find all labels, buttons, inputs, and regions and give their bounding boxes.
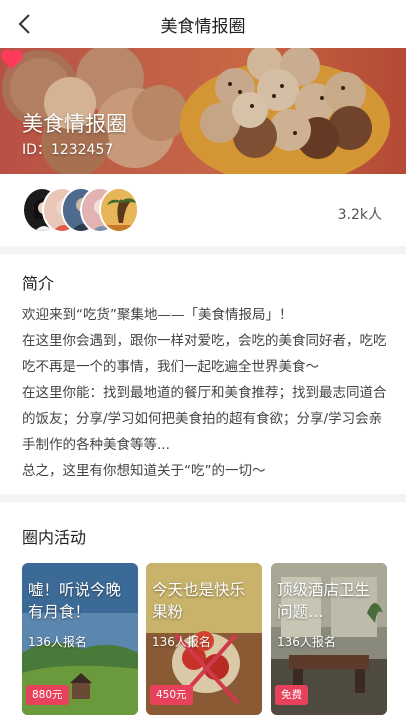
heart-icon[interactable] (0, 48, 24, 70)
intro-line: 总之，这里有你想知道关于“吃”的一切～ (22, 463, 266, 479)
group-banner: 美食情报圈 ID：1232457 (0, 48, 406, 174)
intro-text: 欢迎来到“吃货”聚集地——「美食情报局」！ 在这里你会遇到，跟你一样对爱吃，会吃… (22, 302, 388, 484)
card-title: 嘘！听说今晚有月食！ (28, 581, 122, 621)
activity-card[interactable]: 顶级酒店卫生问题… 136人报名 免费 (271, 563, 387, 715)
intro-title: 简介 (22, 274, 55, 293)
intro-line: 在这里你能：找到最地道的餐厅和美食推荐；找到最志同道合的饭友；分享/学习如何把美… (22, 385, 387, 453)
intro-section: 简介 欢迎来到“吃货”聚集地——「美食情报局」！ 在这里你会遇到，跟你一样对爱吃… (0, 254, 406, 494)
group-id: ID：1232457 (22, 142, 114, 158)
intro-line: 在这里你会遇到，跟你一样对爱吃，会吃的美食同好者，吃吃吃不再是一个的事情，我们一… (22, 333, 387, 375)
card-signups: 136人报名 (28, 635, 87, 649)
intro-line: 欢迎来到“吃货”聚集地——「美食情报局」！ (22, 307, 293, 323)
card-title: 顶级酒店卫生问题… (277, 581, 371, 621)
activity-card[interactable]: 今天也是快乐果粉 136人报名 450元 (146, 563, 262, 715)
card-title: 今天也是快乐果粉 (152, 581, 246, 621)
activity-section: 圈内活动 嘘！听说今晚有月食！ 136人报名 880元 今天也是快乐果粉 136… (0, 502, 406, 721)
nav-bar: 美食情报圈 (0, 0, 406, 48)
price-badge: 免费 (275, 685, 308, 705)
price-badge: 450元 (150, 685, 193, 705)
price-badge: 880元 (26, 685, 69, 705)
member-count: 3.2k人 (337, 207, 382, 223)
avatar (99, 187, 139, 233)
group-name: 美食情报圈 (22, 112, 127, 136)
page-title: 美食情报圈 (160, 17, 246, 37)
activity-card[interactable]: 嘘！听说今晚有月食！ 136人报名 880元 (22, 563, 138, 715)
card-signups: 136人报名 (152, 635, 211, 649)
card-signups: 136人报名 (277, 635, 336, 649)
activity-title: 圈内活动 (22, 528, 87, 547)
members-row[interactable]: 3.2k人 (0, 174, 406, 246)
